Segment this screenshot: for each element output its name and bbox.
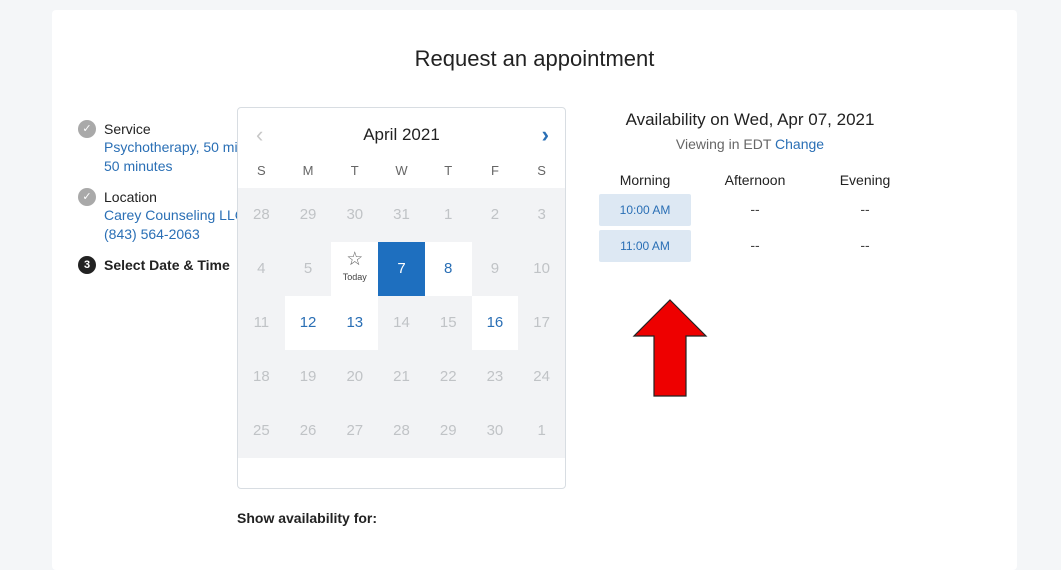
calendar-day: 24 <box>533 368 550 385</box>
calendar-weekdays: SMTWTFS <box>238 158 565 188</box>
calendar-header: ‹ April 2021 › <box>238 108 565 158</box>
check-icon: ✓ <box>78 120 96 138</box>
calendar-month-label: April 2021 <box>363 125 440 144</box>
calendar-day-today: ☆ Today <box>331 242 379 296</box>
calendar-day: 27 <box>346 422 364 439</box>
calendar-day[interactable]: 7 <box>378 242 425 296</box>
calendar-day: 15 <box>439 314 457 331</box>
calendar-day: 30 <box>486 422 504 439</box>
show-availability-label: Show availability for: <box>237 510 378 526</box>
calendar-day: 28 <box>253 206 270 223</box>
calendar-day: 18 <box>253 368 270 385</box>
calendar-day: 4 <box>257 260 266 277</box>
calendar-day: 28 <box>393 422 410 439</box>
step-number-badge: 3 <box>78 256 96 274</box>
calendar-day: 31 <box>393 206 410 223</box>
calendar-day: 3 <box>537 206 546 223</box>
slot-cell: -- <box>810 230 920 266</box>
slot-cell: 10:00 AM <box>590 194 700 230</box>
calendar-day: 1 <box>537 422 546 439</box>
calendar-grid: 28 29 30 31 1 2 3 4 5 ☆ Today 7 8 9 10 11 12 13 14 15 16 17 18… <box>238 188 565 458</box>
calendar: ‹ April 2021 › SMTWTFS 28 29 30 31 1 2 3 4 5 ☆ Tod… <box>237 107 566 489</box>
column-header-morning: Morning <box>619 172 671 188</box>
column-header-afternoon: Afternoon <box>724 172 786 188</box>
no-slot-placeholder: -- <box>860 237 870 253</box>
calendar-day: 21 <box>393 368 410 385</box>
weekday-header: T <box>350 163 359 178</box>
calendar-day: 14 <box>393 314 410 331</box>
calendar-day[interactable]: 8 <box>424 242 472 296</box>
star-icon: ☆ <box>346 249 364 270</box>
page-title: Request an appointment <box>414 46 655 71</box>
weekday-header: W <box>395 163 408 178</box>
no-slot-placeholder: -- <box>860 201 870 217</box>
calendar-day[interactable]: 16 <box>471 296 519 350</box>
calendar-day: 29 <box>299 206 317 223</box>
slot-cell: -- <box>700 230 810 266</box>
calendar-day: 30 <box>346 206 364 223</box>
column-header-evening: Evening <box>839 172 891 188</box>
calendar-day: 11 <box>253 314 270 331</box>
calendar-day: 9 <box>490 260 500 277</box>
change-timezone-link[interactable]: Change <box>775 136 824 152</box>
timezone-line: Viewing in EDT Change <box>590 136 910 152</box>
slot-cell: -- <box>700 194 810 230</box>
calendar-day: 22 <box>439 368 457 385</box>
weekday-header: T <box>444 163 453 178</box>
calendar-day: 2 <box>490 206 500 223</box>
slot-cell: -- <box>810 194 920 230</box>
calendar-day: 25 <box>253 422 270 439</box>
weekday-header: F <box>490 163 499 178</box>
calendar-day[interactable]: 12 <box>284 296 332 350</box>
timezone-label: Viewing in EDT <box>675 136 772 152</box>
calendar-day: 23 <box>486 368 504 385</box>
calendar-day: 10 <box>533 260 550 277</box>
time-slot-button[interactable]: 11:00 AM <box>599 230 691 262</box>
calendar-day: 29 <box>439 422 457 439</box>
calendar-day: 26 <box>299 422 317 439</box>
weekday-header: S <box>257 163 266 178</box>
time-slot-grid: Morning Afternoon Evening 10:00 AM -- -- 11:00… <box>590 170 910 266</box>
check-icon: ✓ <box>78 188 96 206</box>
weekday-header: S <box>537 163 546 178</box>
today-label: Today <box>342 272 367 282</box>
arrow-up-icon <box>632 299 708 397</box>
chevron-right-icon[interactable]: › <box>542 122 549 148</box>
time-slot-button[interactable]: 10:00 AM <box>599 194 691 226</box>
no-slot-placeholder: -- <box>750 201 760 217</box>
weekday-header: M <box>302 163 314 178</box>
calendar-day: 19 <box>299 368 317 385</box>
no-slot-placeholder: -- <box>750 237 760 253</box>
availability-panel: Availability on Wed, Apr 07, 2021 Viewin… <box>590 110 910 266</box>
calendar-day: 17 <box>533 314 550 331</box>
calendar-day[interactable]: 13 <box>331 296 379 350</box>
calendar-day: 20 <box>346 368 364 385</box>
calendar-day: 1 <box>444 206 453 223</box>
calendar-day: 5 <box>303 260 313 277</box>
slot-cell: 11:00 AM <box>590 230 700 266</box>
availability-title: Availability on Wed, Apr 07, 2021 <box>625 110 875 129</box>
